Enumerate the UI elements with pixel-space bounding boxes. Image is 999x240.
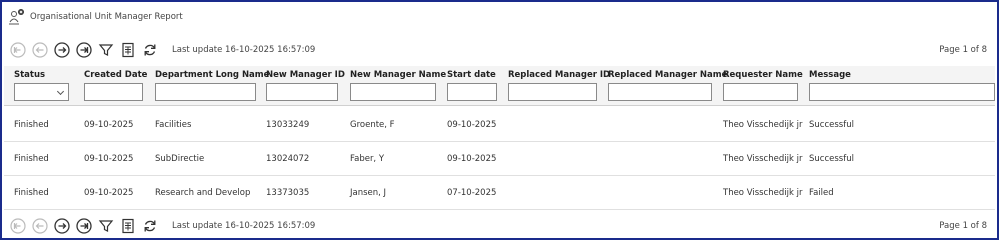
- requester-name-filter-input[interactable]: [723, 83, 798, 101]
- export-icon: [122, 42, 134, 58]
- last-page-button[interactable]: [76, 218, 92, 234]
- cell-created-date: 09-10-2025: [84, 154, 134, 164]
- cell-message: Successful: [809, 120, 854, 130]
- column-header-status[interactable]: Status: [14, 70, 45, 80]
- pagination-toolbar-top: Last update 16-10-2025 16:57:09 Page 1 o…: [4, 38, 995, 62]
- status-filter-select[interactable]: [14, 83, 69, 101]
- report-window: Organisational Unit Manager Report Last …: [0, 0, 999, 240]
- export-button[interactable]: [120, 42, 136, 58]
- title-bar: Organisational Unit Manager Report: [4, 4, 995, 30]
- table-header: Status Created Date Department Long Name…: [4, 66, 995, 106]
- column-header-requester-name[interactable]: Requester Name: [723, 70, 803, 80]
- cell-status: Finished: [14, 154, 49, 164]
- page-title: Organisational Unit Manager Report: [30, 12, 183, 22]
- previous-page-button[interactable]: [32, 42, 48, 58]
- next-page-button[interactable]: [54, 218, 70, 234]
- export-icon: [122, 218, 134, 234]
- cell-status: Finished: [14, 188, 49, 198]
- cell-new-manager-id: 13033249: [266, 120, 310, 130]
- cell-created-date: 09-10-2025: [84, 120, 134, 130]
- first-page-button[interactable]: [10, 218, 26, 234]
- cell-start-date: 07-10-2025: [447, 188, 497, 198]
- cell-requester-name: Theo Visschedijk jr: [723, 120, 803, 130]
- cell-new-manager-name: Groente, F: [350, 120, 395, 130]
- cell-new-manager-name: Jansen, J: [350, 188, 387, 198]
- cell-start-date: 09-10-2025: [447, 154, 497, 164]
- next-page-icon: [54, 218, 70, 234]
- last-page-button[interactable]: [76, 42, 92, 58]
- pagination-toolbar-bottom: Last update 16-10-2025 16:57:09 Page 1 o…: [4, 214, 995, 238]
- next-page-icon: [54, 42, 70, 58]
- column-header-replaced-manager-name[interactable]: Replaced Manager Name: [608, 70, 727, 80]
- last-page-icon: [76, 218, 92, 234]
- table-row[interactable]: Finished 09-10-2025 SubDirectie 13024072…: [4, 142, 995, 176]
- previous-page-icon: [32, 218, 48, 234]
- column-header-replaced-manager-id[interactable]: Replaced Manager ID: [508, 70, 610, 80]
- first-page-icon: [10, 42, 26, 58]
- last-update-text: Last update 16-10-2025 16:57:09: [172, 45, 316, 55]
- created-date-filter-input[interactable]: [84, 83, 143, 101]
- next-page-button[interactable]: [54, 42, 70, 58]
- cell-new-manager-id: 13024072: [266, 154, 310, 164]
- filter-icon: [98, 220, 114, 232]
- first-page-button[interactable]: [10, 42, 26, 58]
- department-filter-input[interactable]: [155, 83, 256, 101]
- refresh-button[interactable]: [142, 42, 158, 58]
- cell-message: Successful: [809, 154, 854, 164]
- cell-requester-name: Theo Visschedijk jr: [723, 154, 803, 164]
- message-filter-input[interactable]: [809, 83, 995, 101]
- cell-start-date: 09-10-2025: [447, 120, 497, 130]
- cell-new-manager-id: 13373035: [266, 188, 310, 198]
- cell-department: SubDirectie: [155, 154, 205, 164]
- cell-requester-name: Theo Visschedijk jr: [723, 188, 803, 198]
- filter-icon: [98, 44, 114, 56]
- column-header-department-long-name[interactable]: Department Long Name: [155, 70, 269, 80]
- previous-page-button[interactable]: [32, 218, 48, 234]
- cell-created-date: 09-10-2025: [84, 188, 134, 198]
- start-date-filter-input[interactable]: [447, 83, 497, 101]
- first-page-icon: [10, 218, 26, 234]
- refresh-icon: [144, 44, 156, 56]
- previous-page-icon: [32, 42, 48, 58]
- new-manager-id-filter-input[interactable]: [266, 83, 338, 101]
- refresh-button[interactable]: [142, 218, 158, 234]
- user-manager-icon: [9, 9, 24, 25]
- cell-new-manager-name: Faber, Y: [350, 154, 385, 164]
- last-update-text: Last update 16-10-2025 16:57:09: [172, 221, 316, 231]
- filter-button[interactable]: [98, 218, 114, 234]
- page-indicator: Page 1 of 8: [939, 221, 987, 231]
- cell-message: Failed: [809, 188, 834, 198]
- column-header-new-manager-id[interactable]: New Manager ID: [266, 70, 345, 80]
- replaced-manager-name-filter-input[interactable]: [608, 83, 712, 101]
- column-header-created-date[interactable]: Created Date: [84, 70, 147, 80]
- last-page-icon: [76, 42, 92, 58]
- table-row[interactable]: Finished 09-10-2025 Research and Develop…: [4, 176, 995, 210]
- filter-button[interactable]: [98, 42, 114, 58]
- cell-department: Facilities: [155, 120, 192, 130]
- table-row[interactable]: Finished 09-10-2025 Facilities 13033249 …: [4, 108, 995, 142]
- export-button[interactable]: [120, 218, 136, 234]
- replaced-manager-id-filter-input[interactable]: [508, 83, 597, 101]
- cell-status: Finished: [14, 120, 49, 130]
- cell-department: Research and Develop: [155, 188, 251, 198]
- column-header-new-manager-name[interactable]: New Manager Name: [350, 70, 446, 80]
- column-header-start-date[interactable]: Start date: [447, 70, 496, 80]
- page-indicator: Page 1 of 8: [939, 45, 987, 55]
- column-header-message[interactable]: Message: [809, 70, 851, 80]
- new-manager-name-filter-input[interactable]: [350, 83, 436, 101]
- refresh-icon: [144, 220, 156, 232]
